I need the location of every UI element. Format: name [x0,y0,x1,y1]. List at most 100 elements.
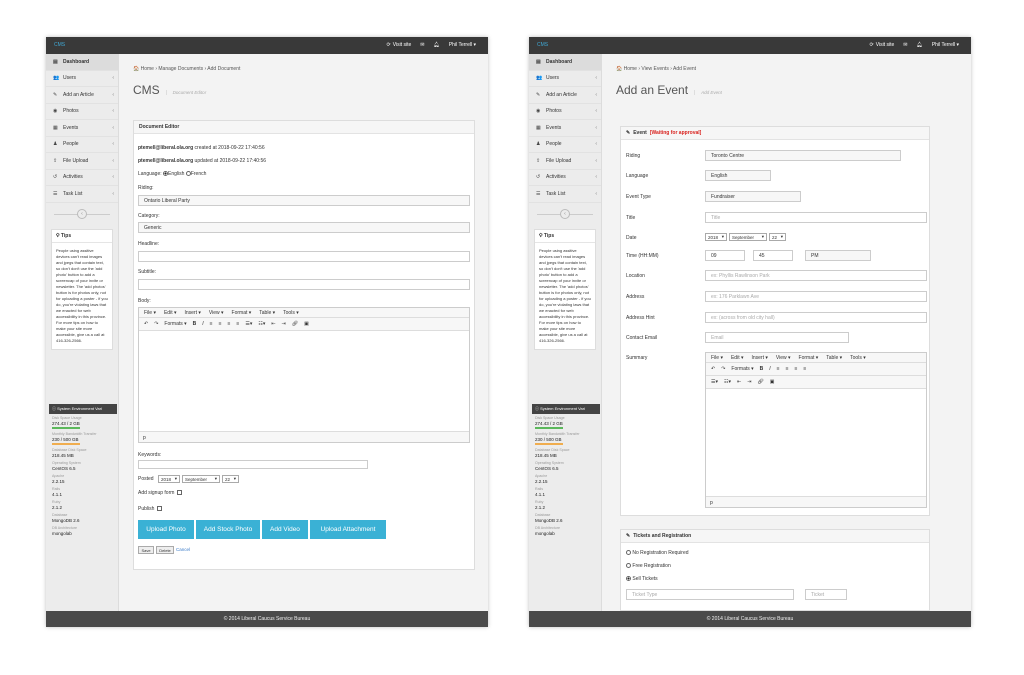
category-field[interactable]: Generic [138,222,470,233]
bold-icon[interactable]: B [193,321,197,327]
upload-photo-button[interactable]: Upload Photo [138,520,194,539]
posted-day-select[interactable]: 22 ▾ [222,475,239,483]
date-month-select[interactable]: September ▾ [729,233,767,241]
number-list-icon[interactable]: ☷▾ [724,379,731,385]
event-type-field[interactable]: Fundraiser [705,191,801,202]
sidebar-item-photos[interactable]: ◉ Photos ‹ [46,104,118,120]
sidebar-item-dashboard[interactable]: ▤ Dashboard [529,54,601,71]
language-field[interactable]: English [705,170,771,181]
formats-dropdown[interactable]: Formats ▾ [164,321,186,327]
sidebar-collapse[interactable]: ‹ [529,203,601,225]
mail-icon[interactable]: ✉ [903,42,907,48]
editor-menu-item[interactable]: Edit ▾ [731,355,744,361]
sidebar-item-users[interactable]: 👥 Users ‹ [529,71,601,87]
formats-dropdown[interactable]: Formats ▾ [731,366,753,372]
link-icon[interactable]: 🔗︎ [757,379,763,385]
bullet-list-icon[interactable]: ☰▾ [245,321,252,327]
title-input[interactable]: Title [705,212,927,223]
summary-editor[interactable]: File ▾ Edit ▾ Insert ▾ View ▾ Format ▾ Table … [705,352,927,508]
contact-email-input[interactable]: Email [705,332,849,343]
indent-icon[interactable]: ⇥ [282,321,286,327]
image-icon[interactable]: ▣ [304,321,309,327]
sidebar-item-activities[interactable]: ↺ Activities ‹ [529,170,601,186]
link-icon[interactable]: 🔗︎ [292,321,298,327]
image-icon[interactable]: ▣ [770,379,775,385]
ticket-input[interactable]: Ticket [805,589,847,600]
align-right-icon[interactable]: ≡ [228,321,231,327]
logo[interactable]: CMS [54,42,65,48]
align-right-icon[interactable]: ≡ [795,366,798,372]
editor-menu-item[interactable]: Insert ▾ [751,355,767,361]
visit-site-link[interactable]: ⟳ Visit site [870,42,895,48]
editor-menu-item[interactable]: Edit ▾ [164,310,177,316]
redo-icon[interactable]: ↷ [721,366,725,372]
redo-icon[interactable]: ↷ [154,321,158,327]
sidebar-item-add-an-article[interactable]: ✎ Add an Article ‹ [46,87,118,104]
editor-menu-item[interactable]: File ▾ [711,355,723,361]
address-input[interactable]: ex: 176 Parklawn Ave [705,291,927,302]
editor-menu-item[interactable]: Insert ▾ [184,310,200,316]
sidebar-item-task-list[interactable]: ☰ Task List ‹ [529,186,601,203]
signup-checkbox[interactable] [177,490,183,496]
number-list-icon[interactable]: ☷▾ [258,321,265,327]
bell-icon[interactable]: 🔔︎ [433,42,439,48]
undo-icon[interactable]: ↶ [144,321,148,327]
radio-no-registration[interactable] [626,550,631,556]
sidebar-item-dashboard[interactable]: ▤ Dashboard [46,54,118,71]
sidebar-collapse[interactable]: ‹ [46,203,118,225]
sidebar-item-file-upload[interactable]: ⇪ File Upload ‹ [529,153,601,170]
location-input[interactable]: ex: Phyllis Rawlinson Park [705,270,927,281]
editor-menu-item[interactable]: File ▾ [144,310,156,316]
subtitle-input[interactable] [138,279,470,290]
editor-menu-item[interactable]: Format ▾ [799,355,819,361]
publish-checkbox[interactable] [157,506,163,512]
sidebar-item-file-upload[interactable]: ⇪ File Upload ‹ [46,153,118,170]
user-menu[interactable]: Phil Terrell ▾ [932,42,959,48]
breadcrumb[interactable]: 🏠 Home › Manage Documents › Add Document [133,66,240,72]
radio-free-registration[interactable] [626,563,631,569]
visit-site-link[interactable]: ⟳ Visit site [387,42,412,48]
align-center-icon[interactable]: ≡ [219,321,222,327]
user-menu[interactable]: Phil Terrell ▾ [449,42,476,48]
time-ampm-field[interactable]: PM [805,250,871,261]
radio-sell-tickets[interactable] [626,576,631,582]
breadcrumb[interactable]: 🏠 Home › View Events › Add Event [616,66,696,72]
editor-menu-item[interactable]: Format ▾ [232,310,252,316]
editor-menu-item[interactable]: Tools ▾ [850,355,866,361]
sidebar-item-add-an-article[interactable]: ✎ Add an Article ‹ [529,87,601,104]
time-minute-input[interactable]: 45 [753,250,793,261]
keywords-input[interactable] [138,460,368,469]
align-left-icon[interactable]: ≡ [210,321,213,327]
editor-menu-item[interactable]: Table ▾ [826,355,842,361]
sidebar-item-events[interactable]: ▦ Events ‹ [46,120,118,137]
delete-button[interactable]: Delete [156,546,174,554]
riding-field[interactable]: Toronto Centre [705,150,901,161]
upload-attachment-button[interactable]: Upload Attachment [310,520,386,539]
align-center-icon[interactable]: ≡ [786,366,789,372]
outdent-icon[interactable]: ⇤ [271,321,275,327]
align-left-icon[interactable]: ≡ [777,366,780,372]
date-year-select[interactable]: 2018 ▾ [705,233,727,241]
posted-year-select[interactable]: 2018 ▾ [158,475,180,483]
sidebar-item-people[interactable]: ♟ People ‹ [46,137,118,153]
editor-menu-item[interactable]: Table ▾ [259,310,275,316]
italic-icon[interactable]: I [202,321,203,327]
editor-menu-item[interactable]: Tools ▾ [283,310,299,316]
headline-input[interactable] [138,251,470,262]
collapse-icon[interactable]: ‹ [77,208,87,219]
editor-menu-item[interactable]: View ▾ [776,355,791,361]
undo-icon[interactable]: ↶ [711,366,715,372]
sidebar-item-events[interactable]: ▦ Events ‹ [529,120,601,137]
sidebar-item-users[interactable]: 👥 Users ‹ [46,71,118,87]
time-hour-input[interactable]: 09 [705,250,745,261]
bullet-list-icon[interactable]: ☰▾ [711,379,718,385]
align-justify-icon[interactable]: ≡ [236,321,239,327]
sidebar-item-activities[interactable]: ↺ Activities ‹ [46,170,118,186]
sidebar-item-people[interactable]: ♟ People ‹ [529,137,601,153]
bold-icon[interactable]: B [760,366,764,372]
collapse-icon[interactable]: ‹ [560,208,570,219]
sidebar-item-photos[interactable]: ◉ Photos ‹ [529,104,601,120]
riding-field[interactable]: Ontario Liberal Party [138,195,470,206]
italic-icon[interactable]: I [769,366,770,372]
sidebar-item-task-list[interactable]: ☰ Task List ‹ [46,186,118,203]
